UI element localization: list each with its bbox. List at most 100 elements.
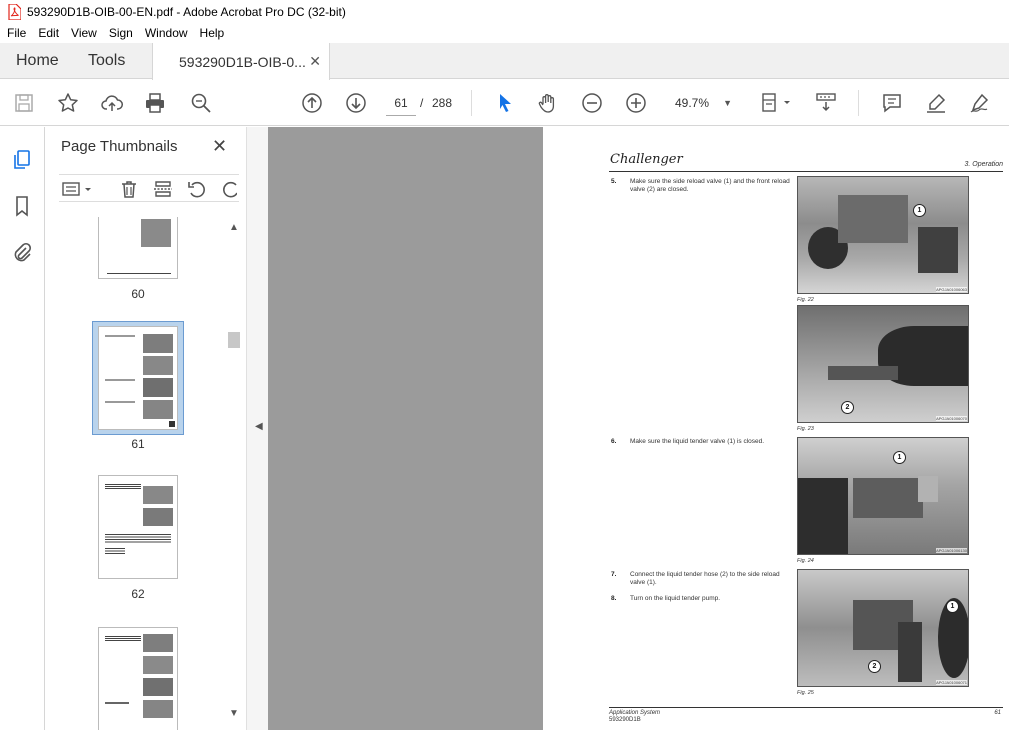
thumb-text-line: [105, 379, 135, 381]
thumb-corner-mark: [169, 421, 175, 427]
figure-code: APGJA01006063: [936, 287, 967, 292]
thumb-image: [143, 486, 173, 504]
thumbnail-tools: [59, 174, 239, 202]
close-panel-icon[interactable]: ✕: [212, 136, 227, 157]
thumb-image: [143, 334, 173, 353]
delete-trash-icon[interactable]: [119, 179, 139, 199]
thumbnail-scrollbar[interactable]: ▲ ▼: [226, 218, 242, 730]
thumb-image: [143, 508, 173, 526]
step-text: Connect the liquid tender hose (2) to th…: [630, 571, 780, 586]
thumb-text-block: [105, 534, 171, 544]
acrobat-pdf-icon: [7, 2, 22, 21]
tab-document[interactable]: 593290D1B-OIB-0... ✕: [152, 43, 330, 80]
thumb-image: [143, 656, 173, 674]
thumb-rule: [107, 273, 171, 274]
title-bar: 593290D1B-OIB-00-EN.pdf - Adobe Acrobat …: [0, 0, 1009, 23]
scroll-up-icon[interactable]: ▲: [229, 222, 239, 233]
figure-caption: Fig. 22: [797, 297, 814, 303]
footer-doc-id: 593290D1B: [609, 717, 641, 723]
brand-logo: Challenger: [610, 152, 683, 167]
menu-window[interactable]: Window: [139, 26, 194, 40]
figure-photo: 1 APGJA01006130: [797, 437, 969, 555]
panel-splitter[interactable]: ◀: [246, 127, 268, 730]
step-text: Make sure the side reload valve (1) and …: [630, 178, 790, 193]
thumb-text-block: [105, 636, 141, 641]
callout-2: 2: [841, 401, 854, 414]
step-text: Turn on the liquid tender pump.: [630, 595, 721, 602]
menu-file[interactable]: File: [0, 26, 32, 40]
scroll-down-icon[interactable]: ▼: [229, 708, 239, 719]
comment-icon[interactable]: [880, 91, 904, 115]
toolbar-separator-2: [858, 90, 859, 116]
figure-code: APGJA01006130: [936, 548, 967, 553]
figure-caption: Fig. 23: [797, 426, 814, 432]
thumb-text-line: [105, 702, 129, 704]
highlight-pen-icon[interactable]: [924, 91, 948, 115]
zoom-in-icon[interactable]: [624, 91, 648, 115]
previous-page-icon[interactable]: [300, 91, 324, 115]
photo-tire: [798, 478, 848, 554]
thumb-image: [143, 700, 173, 718]
figure-photo: 2 APGJA01006070: [797, 305, 969, 423]
rotate-clockwise-icon[interactable]: [221, 179, 237, 199]
photo-hose: [898, 622, 922, 682]
attachments-paperclip-icon[interactable]: [11, 241, 33, 263]
page-separator: /: [420, 96, 424, 110]
page-thumbnails-panel: Page Thumbnails ✕ 60 61 62: [45, 127, 245, 730]
menu-view[interactable]: View: [65, 26, 103, 40]
thumbnail-label: 60: [131, 287, 145, 301]
thumb-text-line: [105, 335, 135, 337]
thumbnail-page-62[interactable]: [98, 475, 178, 579]
options-menu-icon[interactable]: [61, 179, 95, 199]
thumbnail-page-61[interactable]: [98, 326, 178, 430]
thumbnail-label: 62: [131, 587, 145, 601]
thumb-text-block: [105, 484, 141, 490]
step-text: Make sure the liquid tender valve (1) is…: [630, 438, 765, 445]
scroll-mode-icon[interactable]: [814, 91, 838, 115]
tab-bar: Home Tools 593290D1B-OIB-0... ✕: [0, 43, 1009, 80]
collapse-panel-icon[interactable]: ◀: [255, 421, 263, 432]
photo-machine: [918, 476, 938, 502]
header-rule: [609, 171, 1003, 172]
window-title: 593290D1B-OIB-00-EN.pdf - Adobe Acrobat …: [27, 4, 346, 19]
select-cursor-icon[interactable]: [493, 91, 517, 115]
document-view[interactable]: Challenger 3. Operation 5. Make sure the…: [268, 127, 1009, 730]
section-header: 3. Operation: [964, 161, 1003, 168]
save-icon[interactable]: [12, 91, 36, 115]
thumbnail-label: 61: [131, 437, 145, 451]
footer-page-number: 61: [994, 710, 1001, 716]
zoom-select[interactable]: 49.7% ▼: [666, 90, 738, 116]
extract-pages-icon[interactable]: [153, 179, 173, 199]
figure-code: APGJA01006070: [936, 416, 967, 421]
upload-cloud-icon[interactable]: [100, 91, 124, 115]
tab-tools[interactable]: Tools: [88, 43, 125, 79]
menu-edit[interactable]: Edit: [32, 26, 65, 40]
thumbnail-page-60[interactable]: [98, 217, 178, 279]
bookmarks-icon[interactable]: [11, 195, 33, 217]
chevron-down-icon: ▼: [723, 98, 732, 108]
tab-home[interactable]: Home: [16, 43, 59, 79]
zoom-search-icon[interactable]: [189, 91, 213, 115]
hand-tool-icon[interactable]: [536, 91, 560, 115]
page-fit-icon[interactable]: [760, 91, 794, 115]
bookmark-star-icon[interactable]: [56, 91, 80, 115]
menu-sign[interactable]: Sign: [103, 26, 139, 40]
callout-1: 1: [946, 600, 959, 613]
thumb-image: [141, 219, 171, 247]
thumbnail-page-next[interactable]: [98, 627, 178, 730]
page-number-input[interactable]: 61: [386, 90, 416, 116]
menu-help[interactable]: Help: [194, 26, 231, 40]
close-tab-icon[interactable]: ✕: [309, 53, 321, 70]
next-page-icon[interactable]: [344, 91, 368, 115]
zoom-out-icon[interactable]: [580, 91, 604, 115]
photo-machine: [828, 366, 898, 380]
thumb-text-block: [105, 548, 125, 554]
figure-code: APGJA01006071: [936, 680, 967, 685]
sign-pen-icon[interactable]: [968, 91, 992, 115]
page-total: 288: [432, 96, 453, 110]
scrollbar-thumb[interactable]: [228, 332, 240, 348]
print-icon[interactable]: [143, 91, 167, 115]
menu-bar: File Edit View Sign Window Help: [0, 23, 1009, 43]
rotate-counterclockwise-icon[interactable]: [187, 179, 207, 199]
page-thumbnails-icon[interactable]: [11, 149, 33, 171]
